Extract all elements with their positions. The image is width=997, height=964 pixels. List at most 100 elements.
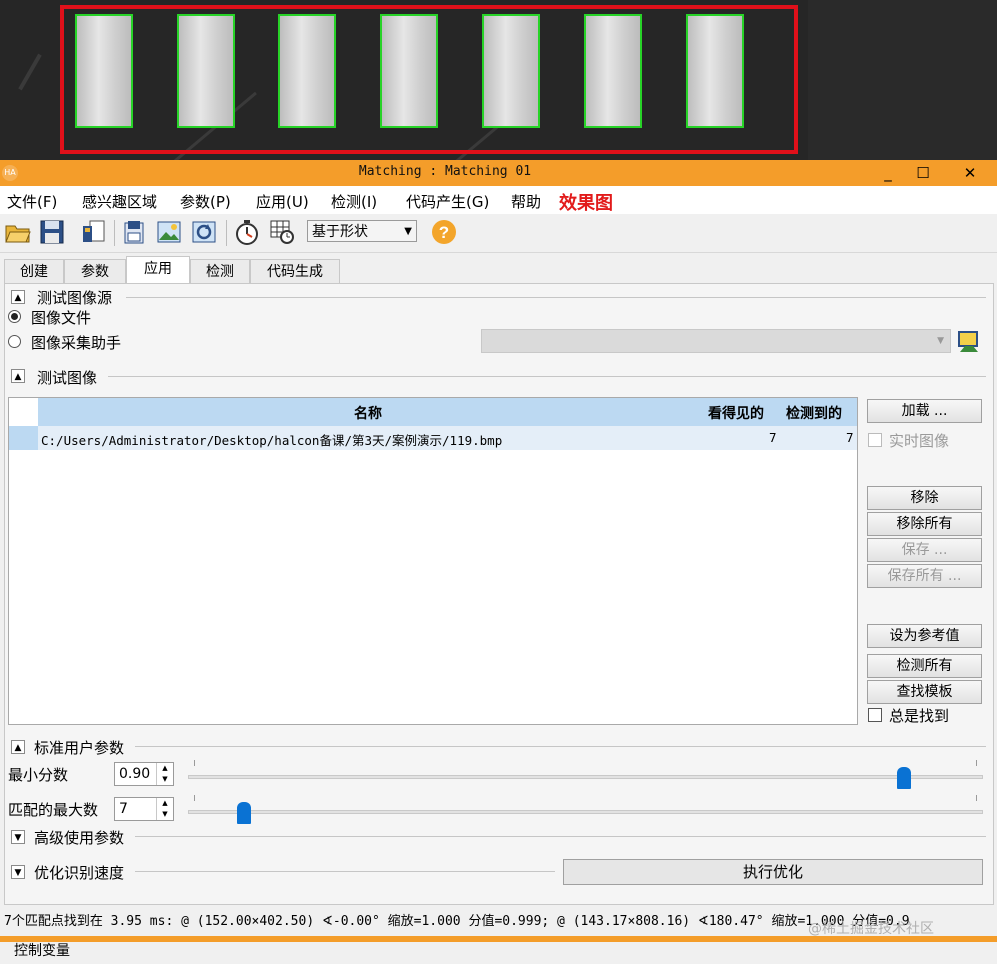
slider-tick: [976, 795, 977, 801]
run-optimization-button[interactable]: 执行优化: [563, 859, 983, 885]
pcb-trace: [18, 53, 42, 91]
strategy-select[interactable]: 基于形状 ▼: [307, 220, 417, 242]
collapse-images-toggle[interactable]: ▲: [11, 369, 25, 383]
close-button[interactable]: ✕: [952, 160, 988, 186]
collapse-source-toggle[interactable]: ▲: [11, 290, 25, 304]
spin-arrows-icon[interactable]: ▲ ▼: [156, 798, 173, 820]
status-text: 7个匹配点找到在 3.95 ms: @ (152.00×402.50) ∢-0.…: [4, 914, 910, 929]
watermark: @稀土掘金技术社区: [808, 921, 934, 937]
collapse-standard-toggle[interactable]: ▲: [11, 740, 25, 754]
radio-acquisition-assistant[interactable]: [8, 335, 21, 348]
image-path: C:/Users/Administrator/Desktop/halcon备课/…: [41, 433, 503, 448]
refresh-image-icon[interactable]: [190, 218, 218, 246]
control-variables-panel: 控制变量: [0, 942, 997, 964]
column-detected[interactable]: 检测到的: [786, 403, 842, 423]
roi-rectangle[interactable]: [60, 5, 798, 154]
menu-application[interactable]: 应用(U): [256, 191, 309, 212]
maximize-button[interactable]: ☐: [905, 160, 941, 186]
remove-all-button[interactable]: 移除所有: [867, 512, 982, 536]
always-find-label: 总是找到: [889, 707, 950, 725]
expand-optimize-toggle[interactable]: ▼: [11, 865, 25, 879]
load-button[interactable]: 加载 ...: [867, 399, 982, 423]
image-icon[interactable]: [155, 218, 183, 246]
radio-image-file[interactable]: [8, 310, 21, 323]
section-advanced-params: 高级使用参数: [34, 829, 125, 847]
column-name[interactable]: 名称: [354, 403, 382, 423]
image-viewer[interactable]: [0, 0, 808, 160]
divider: [108, 376, 986, 377]
viewer-background: [808, 0, 997, 160]
toolbar-separator: [114, 220, 115, 246]
load-file-icon[interactable]: [80, 218, 108, 246]
open-folder-icon[interactable]: [4, 218, 32, 246]
menu-inspection[interactable]: 检测(I): [331, 191, 377, 212]
set-reference-button[interactable]: 设为参考值: [867, 624, 982, 648]
min-score-slider-thumb[interactable]: [896, 767, 911, 789]
row-header: [9, 426, 38, 450]
toolbar-separator: [226, 220, 227, 246]
max-matches-slider[interactable]: [188, 810, 983, 814]
slider-tick: [194, 760, 195, 766]
menu-roi[interactable]: 感兴趣区域: [82, 191, 157, 212]
chevron-down-icon: ▼: [404, 226, 412, 237]
min-score-label: 最小分数: [8, 766, 69, 784]
menu-parameters[interactable]: 参数(P): [180, 191, 231, 212]
spin-arrows-icon[interactable]: ▲ ▼: [156, 763, 173, 785]
min-score-value: 0.90: [119, 766, 151, 782]
save-template-icon[interactable]: [120, 218, 148, 246]
acquisition-assistant-icon[interactable]: [956, 328, 982, 354]
radio-image-file-label: 图像文件: [31, 309, 92, 327]
divider: [126, 297, 986, 298]
tab-parameters[interactable]: 参数: [64, 259, 126, 283]
section-test-images: 测试图像: [37, 369, 98, 387]
column-visible[interactable]: 看得见的: [708, 403, 764, 423]
detected-count: 7: [846, 430, 854, 445]
min-score-slider[interactable]: [188, 775, 983, 779]
tab-inspection[interactable]: 检测: [190, 259, 250, 283]
min-score-spinbox[interactable]: 0.90 ▲ ▼: [114, 762, 174, 786]
remove-button[interactable]: 移除: [867, 486, 982, 510]
effect-annotation: 效果图: [559, 193, 613, 214]
save-all-button[interactable]: 保存所有 ...: [867, 564, 982, 588]
radio-acquisition-label: 图像采集助手: [31, 334, 122, 352]
help-icon[interactable]: ?: [430, 218, 458, 246]
test-image-table[interactable]: 名称 看得见的 检测到的 C:/Users/Administrator/Desk…: [8, 397, 858, 725]
divider: [135, 746, 986, 747]
minimize-button[interactable]: _: [870, 160, 906, 186]
section-standard-params: 标准用户参数: [34, 739, 125, 757]
divider: [135, 871, 555, 872]
tab-create[interactable]: 创建: [4, 259, 64, 283]
menu-file[interactable]: 文件(F): [7, 191, 57, 212]
max-matches-label: 匹配的最大数: [8, 801, 99, 819]
max-matches-slider-thumb[interactable]: [236, 802, 251, 824]
realtime-label: 实时图像: [889, 432, 950, 450]
section-optimize: 优化识别速度: [34, 864, 125, 882]
timer-icon[interactable]: [233, 218, 261, 246]
tab-application[interactable]: 应用: [126, 256, 190, 283]
control-variables-label: 控制变量: [14, 943, 70, 959]
max-matches-spinbox[interactable]: 7 ▲ ▼: [114, 797, 174, 821]
realtime-checkbox[interactable]: [868, 433, 882, 447]
menu-code-generation[interactable]: 代码产生(G): [406, 191, 489, 212]
tab-code-generation[interactable]: 代码生成: [250, 259, 340, 283]
detect-all-button[interactable]: 检测所有: [867, 654, 982, 678]
slider-tick: [976, 760, 977, 766]
title-bar: HA Matching : Matching 01 _ ☐ ✕: [0, 160, 997, 186]
save-button[interactable]: 保存 ...: [867, 538, 982, 562]
save-icon[interactable]: [38, 218, 66, 246]
help-glyph: ?: [439, 223, 449, 242]
toolbar: 基于形状 ▼ ?: [0, 214, 997, 253]
menu-bar: 文件(F) 感兴趣区域 参数(P) 应用(U) 检测(I) 代码产生(G) 帮助…: [0, 186, 997, 214]
always-find-checkbox[interactable]: [868, 708, 882, 722]
expand-advanced-toggle[interactable]: ▼: [11, 830, 25, 844]
visible-count: 7: [769, 430, 777, 445]
section-test-image-source: 测试图像源: [37, 289, 113, 307]
grid-settings-icon[interactable]: [268, 218, 296, 246]
acquisition-select[interactable]: ▼: [481, 329, 951, 353]
menu-help[interactable]: 帮助: [511, 191, 541, 212]
table-row[interactable]: C:/Users/Administrator/Desktop/halcon备课/…: [38, 426, 857, 450]
window-title: Matching : Matching 01: [358, 164, 532, 179]
strategy-value: 基于形状: [312, 224, 368, 240]
max-matches-value: 7: [119, 801, 128, 817]
find-model-button[interactable]: 查找模板: [867, 680, 982, 704]
